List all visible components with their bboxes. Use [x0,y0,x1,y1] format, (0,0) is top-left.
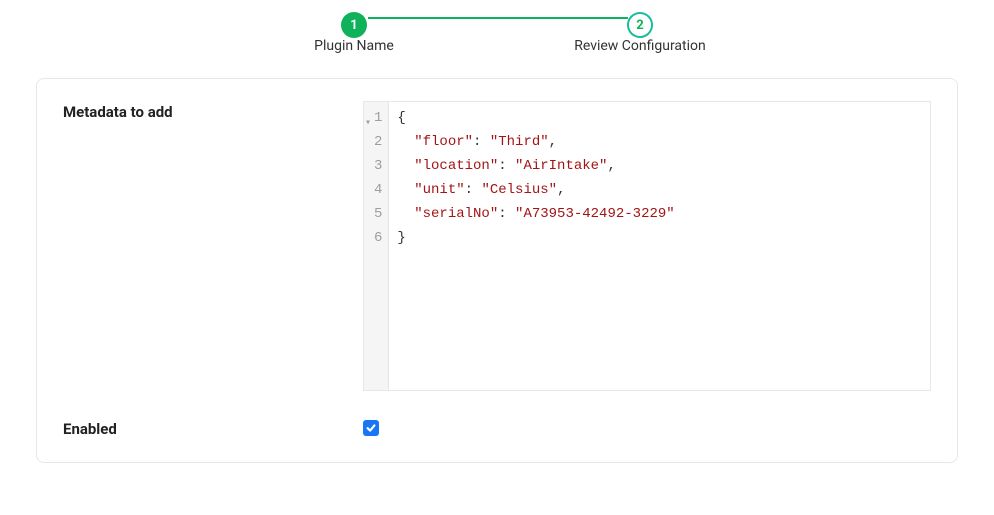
code-line: "serialNo": "A73953-42492-3229" [397,202,674,226]
gutter-line: 4 [374,178,382,202]
code-line: "floor": "Third", [397,130,674,154]
step-number: 1 [350,18,357,33]
step-label: Plugin Name [314,38,394,54]
gutter-line: 3 [374,154,382,178]
gutter-line: 5 [374,202,382,226]
code-line: { [397,106,674,130]
code-gutter: 1▾23456 [364,102,389,390]
step-circle-current: 2 [627,12,653,38]
code-line: } [397,226,674,250]
code-line: "unit": "Celsius", [397,178,674,202]
metadata-row: Metadata to add 1▾23456 { "floor": "Thir… [63,101,931,391]
metadata-code-editor[interactable]: 1▾23456 { "floor": "Third", "location": … [363,101,931,391]
stepper-connector [368,17,628,19]
check-icon [365,422,377,434]
gutter-line: 1▾ [374,106,382,130]
enabled-label: Enabled [63,420,363,438]
config-card: Metadata to add 1▾23456 { "floor": "Thir… [36,78,958,463]
code-line: "location": "AirIntake", [397,154,674,178]
fold-icon[interactable]: ▾ [365,112,371,136]
metadata-label: Metadata to add [63,101,363,121]
step-number: 2 [636,18,643,33]
enabled-row: Enabled [63,419,931,438]
stepper: 1 Plugin Name 2 Review Configuration [0,0,994,54]
gutter-line: 6 [374,226,382,250]
enabled-checkbox[interactable] [363,420,379,436]
step-circle-done: 1 [341,12,367,38]
code-area[interactable]: { "floor": "Third", "location": "AirInta… [389,102,682,390]
step-label: Review Configuration [574,38,706,54]
gutter-line: 2 [374,130,382,154]
